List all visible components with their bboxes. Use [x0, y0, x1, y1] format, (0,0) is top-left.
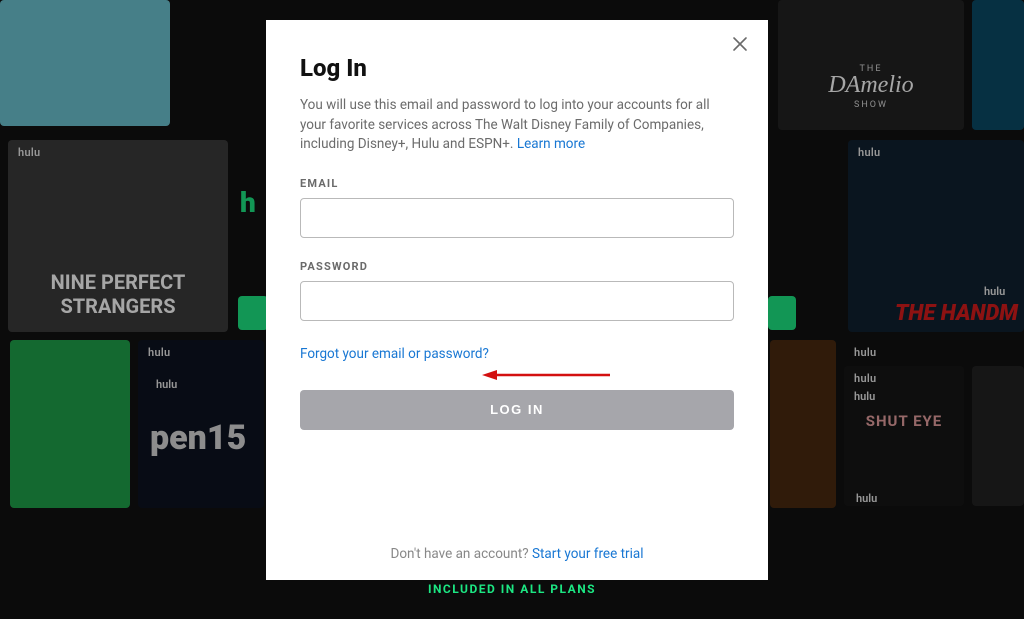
hulu-badge: hulu	[854, 372, 876, 385]
login-modal: Log In You will use this email and passw…	[266, 20, 768, 580]
email-label: EMAIL	[300, 177, 734, 190]
tile-title: pen15	[150, 418, 246, 458]
forgot-password-link[interactable]: Forgot your email or password?	[300, 346, 489, 362]
tile-title: THE HANDM	[895, 301, 1018, 326]
hulu-badge: hulu	[148, 346, 170, 359]
hulu-badge: hulu	[18, 146, 40, 159]
hulu-logo-fragment: h	[240, 186, 256, 219]
close-icon[interactable]	[730, 34, 750, 54]
email-input[interactable]	[300, 198, 734, 238]
password-input[interactable]	[300, 281, 734, 321]
background-cta-fragment	[238, 296, 268, 330]
hulu-badge: hulu	[854, 390, 875, 403]
hulu-badge: hulu	[156, 378, 177, 391]
modal-footer: Don't have an account? Start your free t…	[266, 546, 768, 562]
no-account-text: Don't have an account?	[391, 546, 532, 562]
tile-title: NINE PERFECT STRANGERS	[18, 270, 218, 318]
login-button[interactable]: LOG IN	[300, 390, 734, 430]
tile-subtitle: SHOW	[778, 100, 964, 110]
background-cta-fragment	[768, 296, 796, 330]
modal-description-text: You will use this email and password to …	[300, 97, 710, 152]
learn-more-link[interactable]: Learn more	[517, 136, 585, 152]
modal-description: You will use this email and password to …	[300, 96, 734, 155]
plans-subheading: INCLUDED IN ALL PLANS	[0, 582, 1024, 596]
hulu-badge: hulu	[856, 492, 877, 505]
password-label: PASSWORD	[300, 260, 734, 273]
hulu-badge: hulu	[858, 146, 880, 159]
tile-title: SHUT EYE	[844, 412, 964, 430]
hulu-badge: hulu	[984, 285, 1005, 298]
tile-title: DAmelio	[778, 72, 964, 99]
hulu-badge: hulu	[854, 346, 876, 359]
modal-title: Log In	[300, 54, 734, 82]
start-trial-link[interactable]: Start your free trial	[532, 546, 644, 562]
